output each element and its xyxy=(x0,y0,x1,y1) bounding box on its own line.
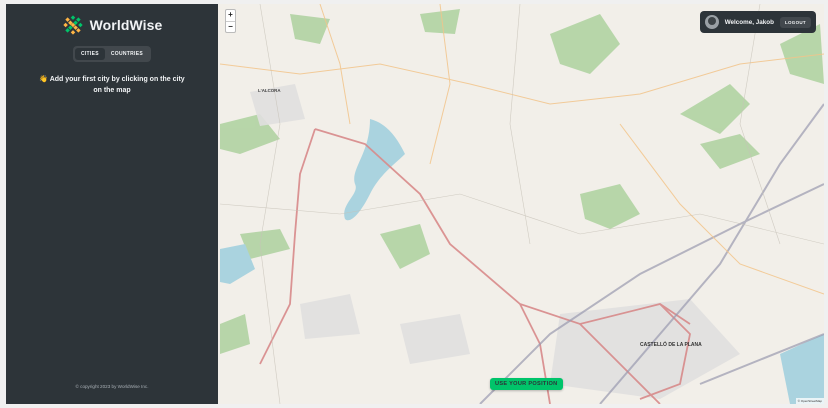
sidebar: WorldWise CITIES COUNTRIES 👋 Add your fi… xyxy=(6,4,218,404)
logo[interactable]: WorldWise xyxy=(62,14,163,36)
map[interactable]: + − L'ALCORA CASTELLÓ DE LA PLANA Welcom… xyxy=(218,4,824,404)
copyright: © copyright 2023 by WorldWise Inc. xyxy=(75,384,149,389)
map-town-label: L'ALCORA xyxy=(258,88,281,93)
globe-logo-icon xyxy=(62,15,83,35)
user-panel: Welcome, Jakob LOGOUT xyxy=(699,11,816,33)
tab-cities[interactable]: CITIES xyxy=(74,48,105,60)
logo-text: WorldWise xyxy=(89,17,163,33)
zoom-out-button[interactable]: − xyxy=(226,21,235,32)
zoom-control: + − xyxy=(225,9,236,33)
zoom-in-button[interactable]: + xyxy=(226,10,235,21)
app-shell: WorldWise CITIES COUNTRIES 👋 Add your fi… xyxy=(6,4,824,404)
tab-countries[interactable]: COUNTRIES xyxy=(105,48,149,60)
welcome-text: Welcome, Jakob xyxy=(724,18,774,26)
sidebar-tabs: CITIES COUNTRIES xyxy=(72,46,152,62)
map-city-label: CASTELLÓ DE LA PLANA xyxy=(640,342,702,348)
use-position-button[interactable]: USE YOUR POSITION xyxy=(490,378,563,390)
logout-button[interactable]: LOGOUT xyxy=(779,16,811,28)
map-tiles[interactable] xyxy=(220,4,824,404)
avatar xyxy=(704,15,719,29)
empty-state-message: 👋 Add your first city by clicking on the… xyxy=(39,76,185,94)
map-attribution[interactable]: © OpenStreetMap xyxy=(795,398,824,404)
